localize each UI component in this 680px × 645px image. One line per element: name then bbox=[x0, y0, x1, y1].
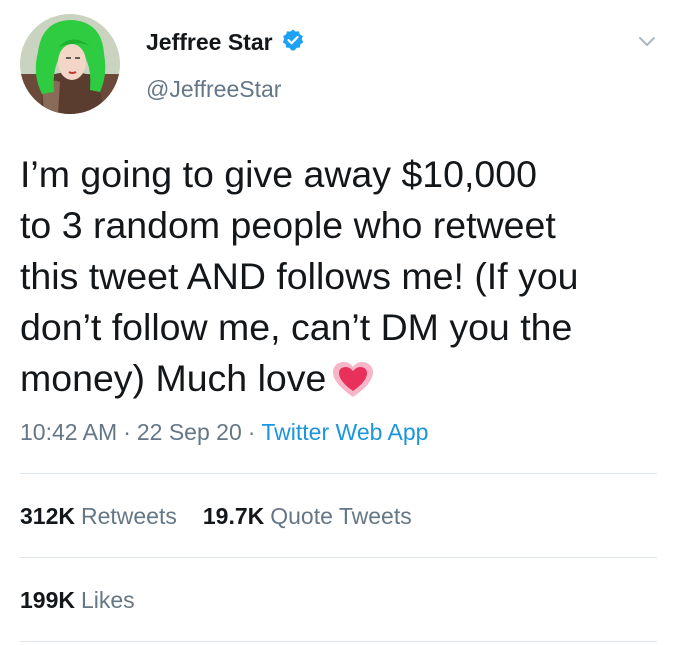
retweets-label: Retweets bbox=[80, 503, 177, 529]
divider bbox=[20, 641, 657, 642]
avatar-image bbox=[20, 14, 120, 114]
tweet-source-link[interactable]: Twitter Web App bbox=[261, 419, 428, 445]
tweet-text: I’m going to give away $10,000 to 3 rand… bbox=[20, 149, 665, 404]
retweet-stats-row: 312K Retweets 19.7K Quote Tweets bbox=[20, 503, 412, 530]
chevron-down-icon[interactable] bbox=[636, 30, 658, 52]
author-display-name[interactable]: Jeffree Star bbox=[146, 29, 273, 56]
quote-tweets-stat[interactable]: 19.7K Quote Tweets bbox=[203, 503, 412, 530]
author-handle[interactable]: @JeffreeStar bbox=[146, 76, 281, 103]
likes-stats-row: 199K Likes bbox=[20, 587, 135, 614]
retweets-stat[interactable]: 312K Retweets bbox=[20, 503, 177, 530]
divider bbox=[20, 557, 657, 558]
divider bbox=[20, 473, 657, 474]
author-name-row[interactable]: Jeffree Star bbox=[146, 28, 305, 57]
retweets-count: 312K bbox=[20, 503, 75, 529]
quote-tweets-label: Quote Tweets bbox=[270, 503, 412, 529]
tweet-body: I’m going to give away $10,000 to 3 rand… bbox=[20, 153, 579, 399]
quote-tweets-count: 19.7K bbox=[202, 503, 265, 529]
tweet-date[interactable]: 22 Sep 20 bbox=[137, 419, 242, 445]
meta-separator: · bbox=[123, 419, 131, 445]
likes-count: 199K bbox=[20, 587, 75, 613]
likes-label: Likes bbox=[80, 587, 135, 613]
tweet-meta: 10:42 AM · 22 Sep 20 · Twitter Web App bbox=[20, 419, 428, 446]
verified-badge-icon bbox=[281, 28, 305, 57]
avatar[interactable] bbox=[20, 14, 120, 114]
meta-separator: · bbox=[247, 419, 256, 445]
heart-emoji-icon bbox=[332, 361, 374, 399]
tweet-time[interactable]: 10:42 AM bbox=[20, 419, 117, 445]
likes-stat[interactable]: 199K Likes bbox=[20, 587, 135, 614]
